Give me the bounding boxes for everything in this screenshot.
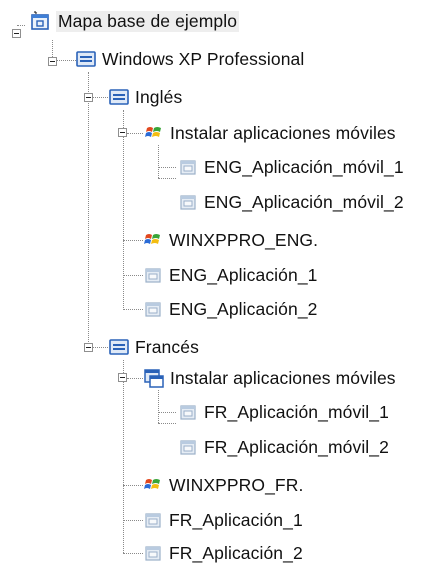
application-package-icon [145, 546, 161, 561]
tree-label-app: ENG_Aplicación_1 [169, 264, 318, 285]
tree-label-install-group-fr: Instalar aplicaciones móviles [170, 367, 396, 388]
windows-flag-icon [144, 234, 160, 244]
tree-node-install-group-en[interactable]: Instalar aplicaciones móviles [144, 118, 396, 148]
window-group-icon [144, 369, 164, 388]
tree-label-frances: Francés [135, 336, 199, 357]
application-package-icon [145, 513, 161, 528]
tree-node-app[interactable]: FR_Aplicación_1 [143, 505, 303, 535]
windows-flag-icon [144, 479, 160, 489]
windows-flag-icon [145, 127, 161, 137]
tree-node-app[interactable]: ENG_Aplicación_2 [143, 294, 318, 324]
collapse-toggle-os[interactable] [48, 57, 57, 66]
tree-label-app: ENG_Aplicación_2 [169, 298, 318, 319]
application-package-icon [145, 268, 161, 283]
os-image-icon [76, 51, 96, 67]
tree-label-mobile-app: FR_Aplicación_móvil_2 [204, 436, 389, 457]
tree-label-mobile-app: FR_Aplicación_móvil_1 [204, 401, 389, 422]
tree-label-os-package-en: WINXPPRO_ENG. [169, 229, 319, 250]
tree-node-ingles[interactable]: Inglés [109, 82, 182, 112]
language-icon [109, 89, 129, 105]
tree-label-app: FR_Aplicación_1 [169, 509, 303, 530]
tree-node-mobile-app[interactable]: ENG_Aplicación_móvil_2 [178, 187, 404, 217]
tree-label-ingles: Inglés [135, 86, 183, 107]
collapse-toggle-install-en[interactable] [118, 128, 127, 137]
tree-node-root[interactable]: Mapa base de ejemplo [30, 6, 240, 36]
application-package-icon [180, 440, 196, 455]
collapse-toggle-ingles[interactable] [84, 93, 93, 102]
tree-node-app[interactable]: ENG_Aplicación_1 [143, 260, 318, 290]
collapse-toggle-install-fr[interactable] [118, 373, 127, 382]
tree-node-os-package-fr[interactable]: WINXPPRO_FR. [143, 470, 303, 500]
collapse-toggle-root[interactable] [12, 29, 21, 38]
tree-node-mobile-app[interactable]: FR_Aplicación_móvil_2 [178, 432, 389, 462]
tree-label-app: FR_Aplicación_2 [169, 542, 303, 563]
tree-node-mobile-app[interactable]: ENG_Aplicación_móvil_1 [178, 152, 404, 182]
application-package-icon [145, 302, 161, 317]
collapse-toggle-frances[interactable] [84, 343, 93, 352]
tree-label-mobile-app: ENG_Aplicación_móvil_1 [204, 156, 404, 177]
tree-node-install-group-fr[interactable]: Instalar aplicaciones móviles [144, 363, 396, 393]
language-icon [109, 339, 129, 355]
tree-label-mobile-app: ENG_Aplicación_móvil_2 [204, 191, 404, 212]
tree-label-os-package-fr: WINXPPRO_FR. [169, 474, 304, 495]
tree-label-os: Windows XP Professional [102, 48, 305, 69]
application-package-icon [180, 405, 196, 420]
tree-node-os-package-en[interactable]: WINXPPRO_ENG. [143, 225, 318, 255]
tree-node-frances[interactable]: Francés [109, 332, 199, 362]
tree-label-root: Mapa base de ejemplo [56, 10, 240, 32]
tree-node-os[interactable]: Windows XP Professional [76, 44, 304, 74]
application-package-icon [180, 160, 196, 175]
application-package-icon [180, 195, 196, 210]
tree-node-mobile-app[interactable]: FR_Aplicación_móvil_1 [178, 397, 389, 427]
tree-label-install-group-en: Instalar aplicaciones móviles [170, 122, 396, 143]
deployment-tree: Mapa base de ejemplo Windows XP Professi… [0, 0, 447, 564]
base-map-icon [31, 11, 49, 30]
